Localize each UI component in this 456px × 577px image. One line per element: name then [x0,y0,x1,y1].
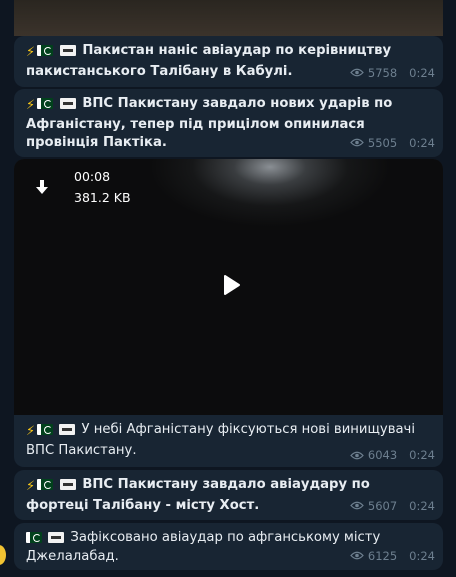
pakistan-flag-icon [37,424,54,435]
message-time: 0:24 [409,448,435,462]
message-bubble[interactable]: ⚡ Пакистан наніс авіаудар по керівництву… [14,36,443,87]
channel-feed[interactable]: ⚡ Пакистан наніс авіаудар по керівництву… [0,0,456,577]
message-time: 0:24 [409,135,435,150]
video-file-size: 381.2 KB [74,190,131,205]
lightning-emoji-icon: ⚡ [26,98,36,113]
message-time: 0:24 [409,65,435,80]
pakistan-flag-icon [37,479,54,490]
message-bubble[interactable]: ⚡ ВПС Пакистану завдало авіаудару по фор… [14,470,443,520]
taliban-flag-icon [59,424,76,435]
lightning-emoji-icon: ⚡ [26,479,36,494]
taliban-flag-icon [59,45,76,56]
view-count: 6125 [367,548,398,563]
message-bubble[interactable]: Зафіксовано авіаудар по афганському міст… [14,523,443,570]
previous-media-thumbnail[interactable] [14,0,443,36]
eye-icon [350,138,364,147]
message-meta: 6125 0:24 [350,547,435,566]
message-time: 0:24 [409,498,435,513]
view-count: 5758 [367,65,398,80]
eye-icon [350,68,364,77]
pakistan-flag-icon [26,532,42,543]
lightning-emoji-icon: ⚡ [26,424,36,439]
view-count: 5505 [367,135,398,150]
message-text: ВПС Пакистану завдало нових ударів по Аф… [26,96,393,150]
taliban-flag-icon [59,98,76,109]
video-player[interactable]: 00:08 381.2 KB [14,159,443,415]
message-time: 0:24 [409,548,435,563]
taliban-flag-icon [59,479,76,490]
reaction-emoji-edge [0,545,6,565]
video-duration: 00:08 [74,169,111,184]
message-meta: 5505 0:24 [350,134,435,153]
message-text: Пакистан наніс авіаудар по керівництву п… [26,43,392,79]
pakistan-flag-icon [37,45,54,56]
eye-icon [350,451,364,460]
eye-icon [350,501,364,510]
lightning-emoji-icon: ⚡ [26,45,36,60]
video-message-bubble[interactable]: 00:08 381.2 KB ⚡ У небі Афганістану фікс… [14,159,443,467]
view-count: 6043 [367,448,398,462]
message-meta: 5607 0:24 [350,497,435,516]
view-count: 5607 [367,498,398,513]
message-bubble[interactable]: ⚡ ВПС Пакистану завдало нових ударів по … [14,89,443,157]
play-icon[interactable] [217,272,243,298]
eye-icon [350,551,364,560]
taliban-flag-icon [48,532,65,543]
pakistan-flag-icon [37,98,54,109]
message-meta: 6043 0:24 [350,448,435,462]
message-text: Зафіксовано авіаудар по афганському міст… [26,530,381,564]
message-meta: 5758 0:24 [350,64,435,83]
download-icon[interactable] [34,179,50,197]
message-text: ВПС Пакистану завдало авіаудару по форте… [26,477,370,513]
